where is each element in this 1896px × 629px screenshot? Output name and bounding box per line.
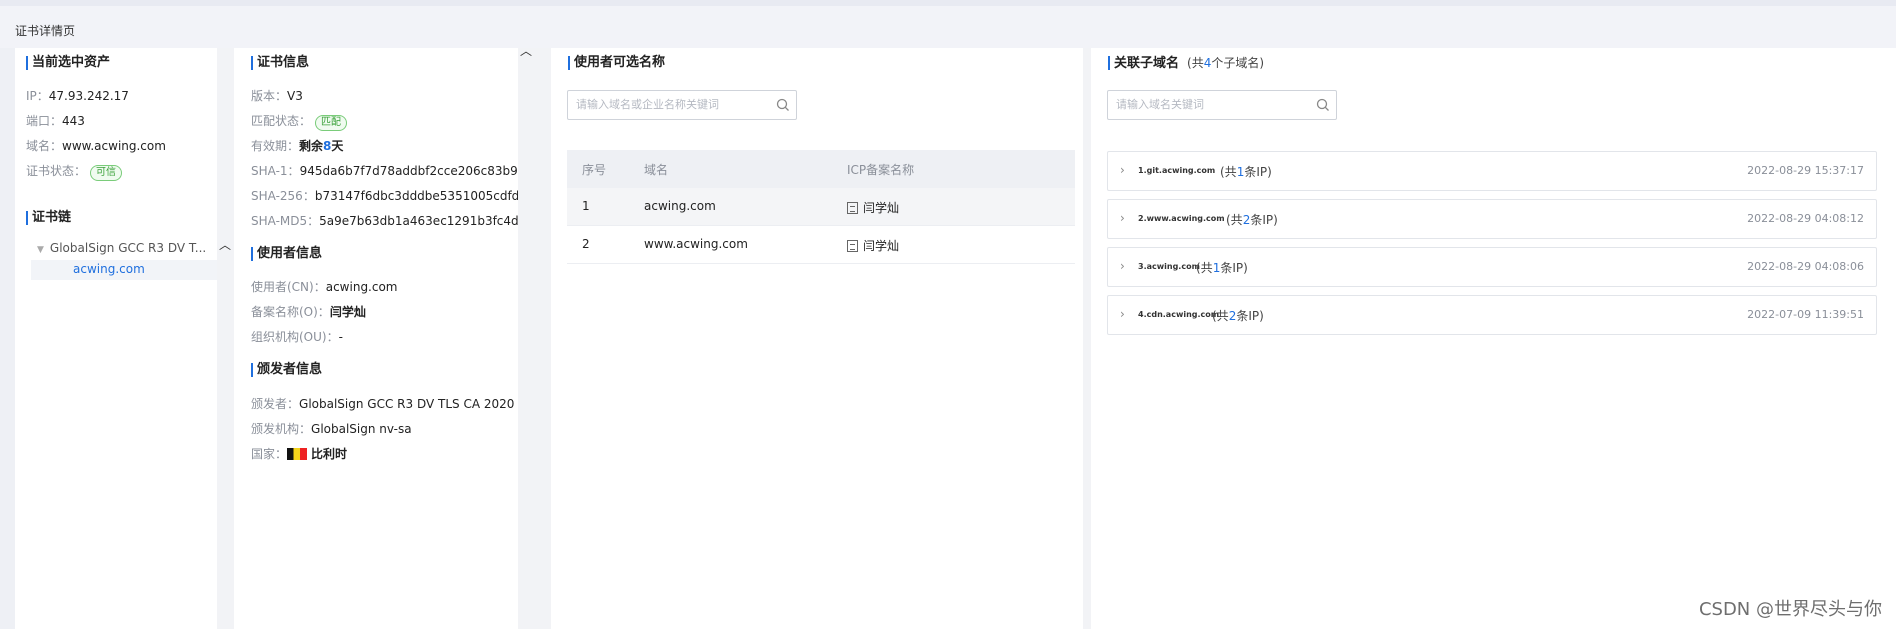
names-panel: 使用者可选名称 序号 域名 ICP备案名称 1 acwing.com 闫学灿 2… (551, 48, 1083, 629)
match-badge: 匹配 (315, 115, 348, 131)
asset-panel: 当前选中资产 IP：47.93.242.17 端口：443 域名：www.acw… (15, 48, 217, 629)
chain-scroll-gutter: ︿ (217, 48, 234, 629)
top-bar: 证书详情页 (0, 0, 1896, 48)
names-search[interactable] (567, 90, 797, 120)
user-cn: 使用者(CN)：acwing.com (251, 280, 398, 294)
cert-scroll-gutter: ︿ (518, 44, 551, 629)
chain-root-node[interactable]: ▼ GlobalSign GCC R3 DV T... (37, 241, 206, 255)
building-icon (847, 202, 858, 214)
table-row[interactable]: 1 acwing.com 闫学灿 (567, 188, 1075, 226)
chevron-right-icon[interactable]: › (1120, 259, 1125, 273)
status-badge: 可信 (90, 165, 123, 181)
page-title: 证书详情页 (15, 24, 76, 38)
chevron-right-icon[interactable]: › (1120, 211, 1125, 225)
cert-match: 匹配状态： 匹配 (251, 113, 348, 131)
subdomain-name: 2.www.acwing.com (1138, 214, 1225, 223)
row-icp: 闫学灿 (847, 199, 899, 216)
names-section-title: 使用者可选名称 (568, 55, 665, 71)
chevron-right-icon[interactable]: › (1120, 307, 1125, 321)
watermark: CSDN @世界尽头与你 (1698, 599, 1882, 620)
subdomain-time: 2022-08-29 04:08:12 (1747, 212, 1864, 225)
collapse-chevron-icon[interactable]: ︿ (520, 42, 532, 59)
row-icp: 闫学灿 (847, 237, 899, 254)
cert-sha256: SHA-256：b73147f6dbc3dddbe5351005cdfd... (251, 189, 531, 203)
col-domain: 域名 (644, 163, 669, 177)
chevron-right-icon[interactable]: › (1120, 163, 1125, 177)
cert-panel: 证书信息 版本：V3 匹配状态： 匹配 有效期：剩余8天 SHA-1：945da6… (234, 48, 531, 629)
issuer-country: 国家： 比利时 (251, 447, 348, 461)
subdomain-name: 1.git.acwing.com (1138, 166, 1216, 175)
subdomains-search-input[interactable] (1116, 98, 1286, 111)
asset-ip: IP：47.93.242.17 (26, 89, 129, 103)
subdomain-ip-count: (共2条IP) (1212, 309, 1264, 323)
row-domain: www.acwing.com (644, 237, 748, 251)
issuer-section-title: 颁发者信息 (251, 362, 322, 378)
subdomain-item[interactable]: › 3.acwing.com (共1条IP) 2022-08-29 04:08:… (1107, 247, 1877, 287)
subdomain-time: 2022-08-29 04:08:06 (1747, 260, 1864, 273)
caret-down-icon: ▼ (37, 245, 44, 255)
subdomain-time: 2022-08-29 15:37:17 (1747, 164, 1864, 177)
cert-version: 版本：V3 (251, 89, 303, 103)
names-table: 序号 域名 ICP备案名称 1 acwing.com 闫学灿 2 www.acw… (567, 150, 1075, 264)
subdomain-ip-count: (共1条IP) (1220, 165, 1272, 179)
chevron-up-icon[interactable]: ︿ (219, 236, 231, 253)
divider (1083, 48, 1091, 629)
asset-section-title: 当前选中资产 (26, 55, 110, 71)
chain-section-title: 证书链 (26, 210, 71, 226)
row-index: 2 (582, 237, 590, 251)
col-index: 序号 (582, 163, 607, 177)
belgium-flag-icon (287, 448, 308, 460)
asset-port: 端口：443 (26, 114, 85, 128)
user-section-title: 使用者信息 (251, 246, 322, 262)
row-domain: acwing.com (644, 199, 716, 213)
subdomain-time: 2022-07-09 11:39:51 (1747, 308, 1864, 321)
cert-shamd5: SHA-MD5：5a9e7b63db1a463ec1291b3fc4d... (251, 214, 531, 228)
table-header: 序号 域名 ICP备案名称 (567, 150, 1075, 188)
subdomains-section-title: 关联子域名 (共4个子域名) (1108, 55, 1264, 72)
subdomain-item[interactable]: › 1.git.acwing.com (共1条IP) 2022-08-29 15… (1107, 151, 1877, 191)
subdomain-item[interactable]: › 4.cdn.acwing.com (共2条IP) 2022-07-09 11… (1107, 295, 1877, 335)
cert-validity: 有效期：剩余8天 (251, 139, 344, 153)
names-search-input[interactable] (576, 98, 746, 111)
issuer-by: 颁发者：GlobalSign GCC R3 DV TLS CA 2020 (251, 397, 515, 411)
subdomain-name: 4.cdn.acwing.com (1138, 310, 1220, 319)
row-index: 1 (582, 199, 590, 213)
asset-cert-status: 证书状态： 可信 (26, 163, 123, 181)
building-icon (847, 240, 858, 252)
subdomains-search[interactable] (1107, 90, 1337, 120)
subdomain-ip-count: (共2条IP) (1226, 213, 1278, 227)
subdomains-panel: 关联子域名(共4个子域名) › 1.git.acwing.com (共1条IP)… (1091, 48, 1896, 629)
chain-leaf-node[interactable]: acwing.com (31, 260, 217, 280)
user-ou: 组织机构(OU)：- (251, 330, 343, 344)
issuer-org: 颁发机构：GlobalSign nv-sa (251, 422, 412, 436)
col-icp: ICP备案名称 (847, 163, 915, 177)
asset-domain: 域名：www.acwing.com (26, 139, 166, 153)
search-icon[interactable] (1316, 98, 1330, 112)
cert-section-title: 证书信息 (251, 55, 309, 71)
subdomain-item[interactable]: › 2.www.acwing.com (共2条IP) 2022-08-29 04… (1107, 199, 1877, 239)
subdomain-ip-count: (共1条IP) (1196, 261, 1248, 275)
cert-sha1: SHA-1：945da6b7f7d78addbf2cce206c83b9... (251, 164, 530, 178)
table-row[interactable]: 2 www.acwing.com 闫学灿 (567, 226, 1075, 264)
subdomain-name: 3.acwing.com (1138, 262, 1200, 271)
search-icon[interactable] (776, 98, 790, 112)
user-o: 备案名称(O)：闫学灿 (251, 305, 366, 319)
